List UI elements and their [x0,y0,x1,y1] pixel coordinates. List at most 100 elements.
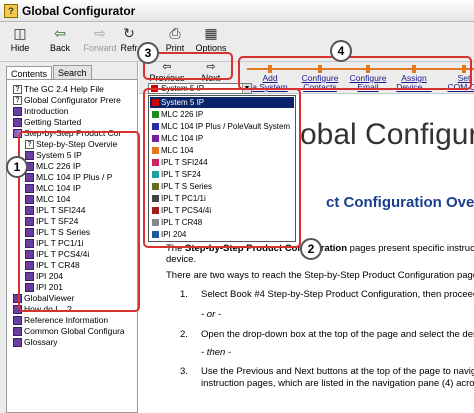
product-color-swatch [152,135,159,142]
tree-item[interactable]: ? Step-by-Step Overvie [25,139,117,150]
page-heading: obal Configura [300,118,474,151]
tree-item[interactable]: Common Global Configura [13,326,125,337]
hide-button[interactable]: ◫ Hide [2,25,38,53]
product-option[interactable]: IPL T PCS4/4i [150,205,294,216]
help-app-icon: ? [4,3,18,18]
tree-item[interactable]: Step-by-Step Product Cor [13,128,121,139]
print-button[interactable]: ⎙ Print [157,25,193,53]
tree-item[interactable]: IPL T PC1/1i [25,238,84,249]
tree-item[interactable]: Introduction [13,106,68,117]
tree-item[interactable]: IPL T SF24 [25,216,78,227]
book-icon [13,338,22,347]
page-subheading: ct Configuration Over [326,194,474,211]
tree-item[interactable]: IPL T SFI244 [25,205,85,216]
nav-step-link[interactable]: Assign Device ... [389,74,439,92]
product-option[interactable]: MLC 226 IP [150,109,294,120]
tree-item-label: IPL T PCS4/4i [36,249,90,259]
product-option-label: IPL T PCS4/4i [161,206,212,215]
book-icon [25,195,34,204]
callout-badge-4: 4 [330,40,352,62]
step-marker [366,65,370,73]
forward-button[interactable]: ⇨ Forward [80,25,120,53]
book-icon [13,118,22,127]
tree-item[interactable]: Reference Information [13,315,108,326]
title-bar: ? Global Configurator [0,0,474,22]
nav-step-line2: Device ... [396,82,432,92]
book-icon [13,294,22,303]
book-icon [25,272,34,281]
tree-item-label: IPL T SF24 [36,216,79,226]
help-page-icon: ? [13,85,22,94]
product-option[interactable]: IPL T CR48 [150,217,294,228]
tree-item-label: Global Configurator Prere [24,95,121,105]
nav-step-link[interactable]: Configure Email [343,74,393,92]
tree-item-label: MLC 104 IP [36,183,81,193]
tree-item-label: IPL T PC1/1i [36,238,84,248]
book-icon [25,239,34,248]
tree-item[interactable]: Glossary [13,337,58,348]
book-icon [13,107,22,116]
product-option[interactable]: IPL T PC1/1i [150,193,294,204]
chevron-down-icon[interactable]: ▼ [242,84,251,93]
selected-color-swatch [151,85,158,92]
book-icon [25,173,34,182]
product-option-label: MLC 226 IP [161,110,204,119]
tree-item[interactable]: MLC 104 [25,194,71,205]
tree-item-label: The GC 2.4 Help File [24,84,104,94]
product-option[interactable]: MLC 104 IP [150,133,294,144]
tree-item-label: Step-by-Step Overvie [36,139,118,149]
tree-item-label: How do I....? [24,304,72,314]
next-label: Next [201,73,221,83]
tree-item[interactable]: ? The GC 2.4 Help File [13,84,104,95]
nav-step-link[interactable]: SetCOM Co [439,74,474,92]
step-2-number: 2. [180,329,188,340]
product-option[interactable]: IPI 204 [150,229,294,240]
nav-step-link[interactable]: Configure Contacts [295,74,345,92]
product-color-swatch [152,207,159,214]
tree-item[interactable]: MLC 104 IP Plus / P [25,172,112,183]
tree-item[interactable]: System 5 IP [25,150,82,161]
options-button[interactable]: ▦ Options [193,25,229,53]
previous-button[interactable]: ⇦ Previous [147,61,187,84]
tree-item[interactable]: IPI 201 [25,282,63,293]
tree-item[interactable]: Getting Started [13,117,81,128]
tree-item-label: GlobalViewer [24,293,75,303]
product-select[interactable]: System 5 IP ▼ [148,83,252,94]
pane-tabs: Contents Search [6,65,93,81]
product-option[interactable]: IPL T SF24 [150,169,294,180]
forward-label: Forward [83,43,117,53]
tree-item[interactable]: IPI 204 [25,271,63,282]
tree-item[interactable]: IPL T PCS4/4i [25,249,89,260]
options-icon: ▦ [204,25,218,41]
previous-arrow-icon: ⇦ [162,61,172,73]
tree-item-label: IPL T S Series [36,227,91,237]
tree-item[interactable]: IPL T CR48 [25,260,80,271]
nav-step-line2: Contacts [303,82,337,92]
tree-item-label: System 5 IP [36,150,82,160]
next-button[interactable]: ⇨ Next [191,62,231,84]
book-icon [25,217,34,226]
tree-item[interactable]: IPL T S Series [25,227,90,238]
tree-item[interactable]: MLC 226 IP [25,161,81,172]
hide-label: Hide [10,43,30,53]
tree-item[interactable]: How do I....? [13,304,72,315]
tree-item[interactable]: MLC 104 IP [25,183,81,194]
step-marker [268,65,272,73]
intro-paragraph-line2: device. [166,254,197,265]
nav-step-link[interactable]: Add a System [245,74,295,92]
product-option[interactable]: IPL T S Series [150,181,294,192]
intro-text-post: pages present specific instructio [347,243,474,254]
tree-item[interactable]: GlobalViewer [13,293,74,304]
tab-search[interactable]: Search [53,65,92,80]
tree-item[interactable]: ? Global Configurator Prere [13,95,121,106]
product-option[interactable]: MLC 104 [150,145,294,156]
print-label: Print [165,43,185,53]
back-button[interactable]: ⇦ Back [42,25,78,53]
print-icon: ⎙ [169,25,181,41]
product-option[interactable]: System 5 IP [150,97,294,108]
tree-item-label: IPI 201 [36,282,63,292]
product-option[interactable]: MLC 104 IP Plus / PoleVault System [150,121,294,132]
product-option[interactable]: IPL T SFI244 [150,157,294,168]
book-icon [25,261,34,270]
step-3-number: 3. [180,366,188,377]
